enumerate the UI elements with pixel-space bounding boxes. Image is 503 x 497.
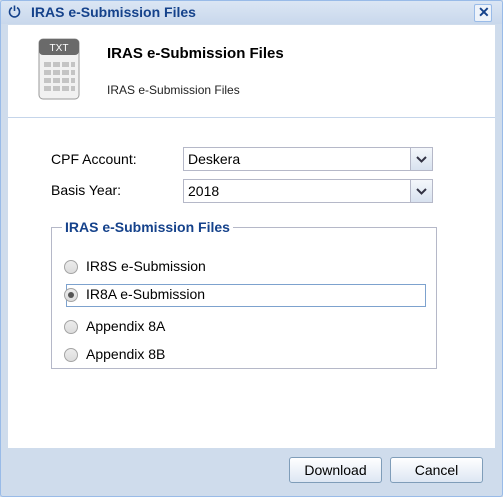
title-bar[interactable]: IRAS e-Submission Files ✕ [1,1,502,24]
dialog-footer: Download Cancel [1,448,502,496]
cpf-account-dropdown-trigger[interactable] [410,148,432,170]
close-button[interactable]: ✕ [474,4,492,22]
txt-file-icon: TXT [38,38,80,100]
dialog-window: IRAS e-Submission Files ✕ TXT IRAS e-Sub… [0,0,503,497]
window-title: IRAS e-Submission Files [31,4,196,20]
basis-year-dropdown-trigger[interactable] [410,180,432,202]
radio-label: IR8S e-Submission [86,258,206,274]
basis-year-value: 2018 [188,183,220,199]
cpf-account-label: CPF Account: [51,151,137,167]
radio-label: IR8A e-Submission [86,286,206,302]
cancel-button[interactable]: Cancel [390,457,483,483]
cpf-account-combo[interactable]: Deskera [183,147,433,171]
cpf-account-value: Deskera [188,151,241,167]
header-title: IRAS e-Submission Files [107,45,284,62]
power-icon [8,5,21,18]
iras-files-fieldset: IRAS e-Submission Files IR8S e-Submissio… [51,219,437,369]
chevron-down-icon [416,188,427,195]
dialog-body: CPF Account: Deskera Basis Year: 2018 IR… [8,118,495,448]
basis-year-combo[interactable]: 2018 [183,179,433,203]
download-button[interactable]: Download [289,457,382,483]
radio-button[interactable] [64,348,78,362]
dialog-header: TXT IRAS e-Submission Files IRAS e-Submi… [8,25,495,118]
close-icon: ✕ [478,4,490,20]
radio-label: Appendix 8B [86,346,166,362]
file-type-label: TXT [50,43,69,54]
radio-button-checked[interactable] [64,288,78,302]
header-subtitle: IRAS e-Submission Files [107,83,240,97]
basis-year-label: Basis Year: [51,182,122,198]
radio-label: Appendix 8A [86,318,166,334]
radio-button[interactable] [64,260,78,274]
fieldset-legend: IRAS e-Submission Files [65,219,230,235]
radio-button[interactable] [64,320,78,334]
chevron-down-icon [416,156,427,163]
